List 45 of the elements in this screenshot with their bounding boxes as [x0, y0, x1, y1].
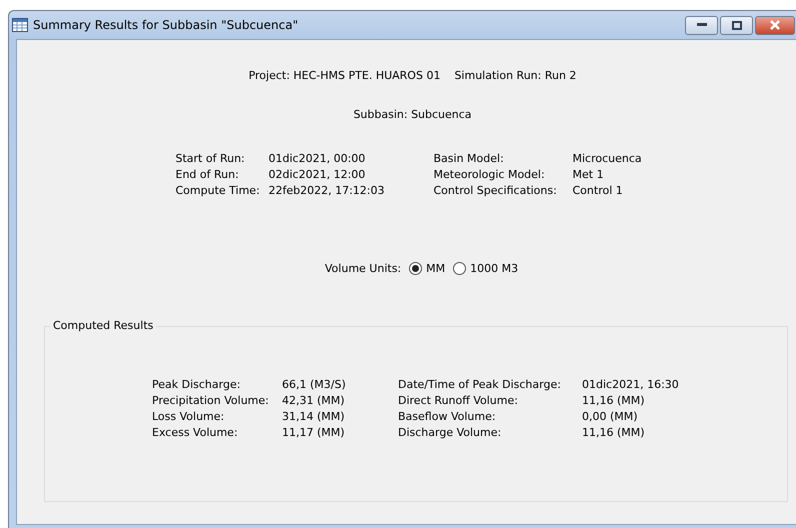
close-button[interactable] [755, 16, 795, 34]
table-icon [12, 18, 28, 32]
field-value: 42,31 (MM) [282, 394, 346, 407]
project-text: Project: HEC-HMS PTE. HUAROS 01 [248, 69, 440, 82]
field-label: Precipitation Volume: [152, 394, 270, 407]
field-label: End of Run: [176, 168, 240, 181]
field-value: 02dic2021, 12:00 [268, 168, 366, 181]
radio-button[interactable] [453, 262, 466, 275]
minimize-icon [696, 23, 706, 27]
field-label: Direct Runoff Volume: [398, 394, 519, 407]
field-value: 0,00 (MM) [582, 410, 639, 423]
field-value: Met 1 [572, 168, 605, 181]
minimize-button[interactable] [685, 16, 718, 34]
subbasin-text: Subbasin: Subcuenca [353, 108, 472, 121]
field-value: 11,16 (MM) [582, 394, 646, 407]
field-value: 66,1 (M3/S) [282, 378, 347, 391]
maximize-icon [732, 20, 742, 30]
field-value: Microcuenca [572, 152, 643, 165]
panel-title: Computed Results [50, 319, 156, 332]
field-label: Loss Volume: [152, 410, 226, 423]
field-label: Compute Time: [176, 184, 261, 197]
field-label: Discharge Volume: [398, 426, 502, 439]
field-label: Peak Discharge: [152, 378, 242, 391]
volume-units-label: Volume Units: [324, 262, 402, 275]
window-title: Summary Results for Subbasin "Subcuenca" [33, 18, 300, 32]
field-value: 01dic2021, 16:30 [582, 378, 680, 391]
field-label: Excess Volume: [152, 426, 239, 439]
field-value: 22feb2022, 17:12:03 [268, 184, 386, 197]
field-label: Control Specifications: [434, 184, 558, 197]
maximize-button[interactable] [720, 16, 753, 34]
field-value: 31,14 (MM) [282, 410, 346, 423]
field-value: 01dic2021, 00:00 [268, 152, 366, 165]
field-label: Meteorologic Model: [434, 168, 546, 181]
simulation-run-text: Simulation Run: Run 2 [454, 69, 576, 82]
field-value: Control 1 [572, 184, 624, 197]
field-label: Date/Time of Peak Discharge: [398, 378, 562, 391]
radio-label[interactable]: MM [426, 262, 446, 275]
field-label: Start of Run: [176, 152, 246, 165]
close-icon [769, 20, 781, 30]
field-value: 11,17 (MM) [282, 426, 346, 439]
radio-button[interactable] [409, 262, 422, 275]
radio-label[interactable]: 1000 M3 [470, 262, 518, 275]
field-label: Basin Model: [434, 152, 505, 165]
field-value: 11,16 (MM) [582, 426, 646, 439]
field-label: Baseflow Volume: [398, 410, 497, 423]
